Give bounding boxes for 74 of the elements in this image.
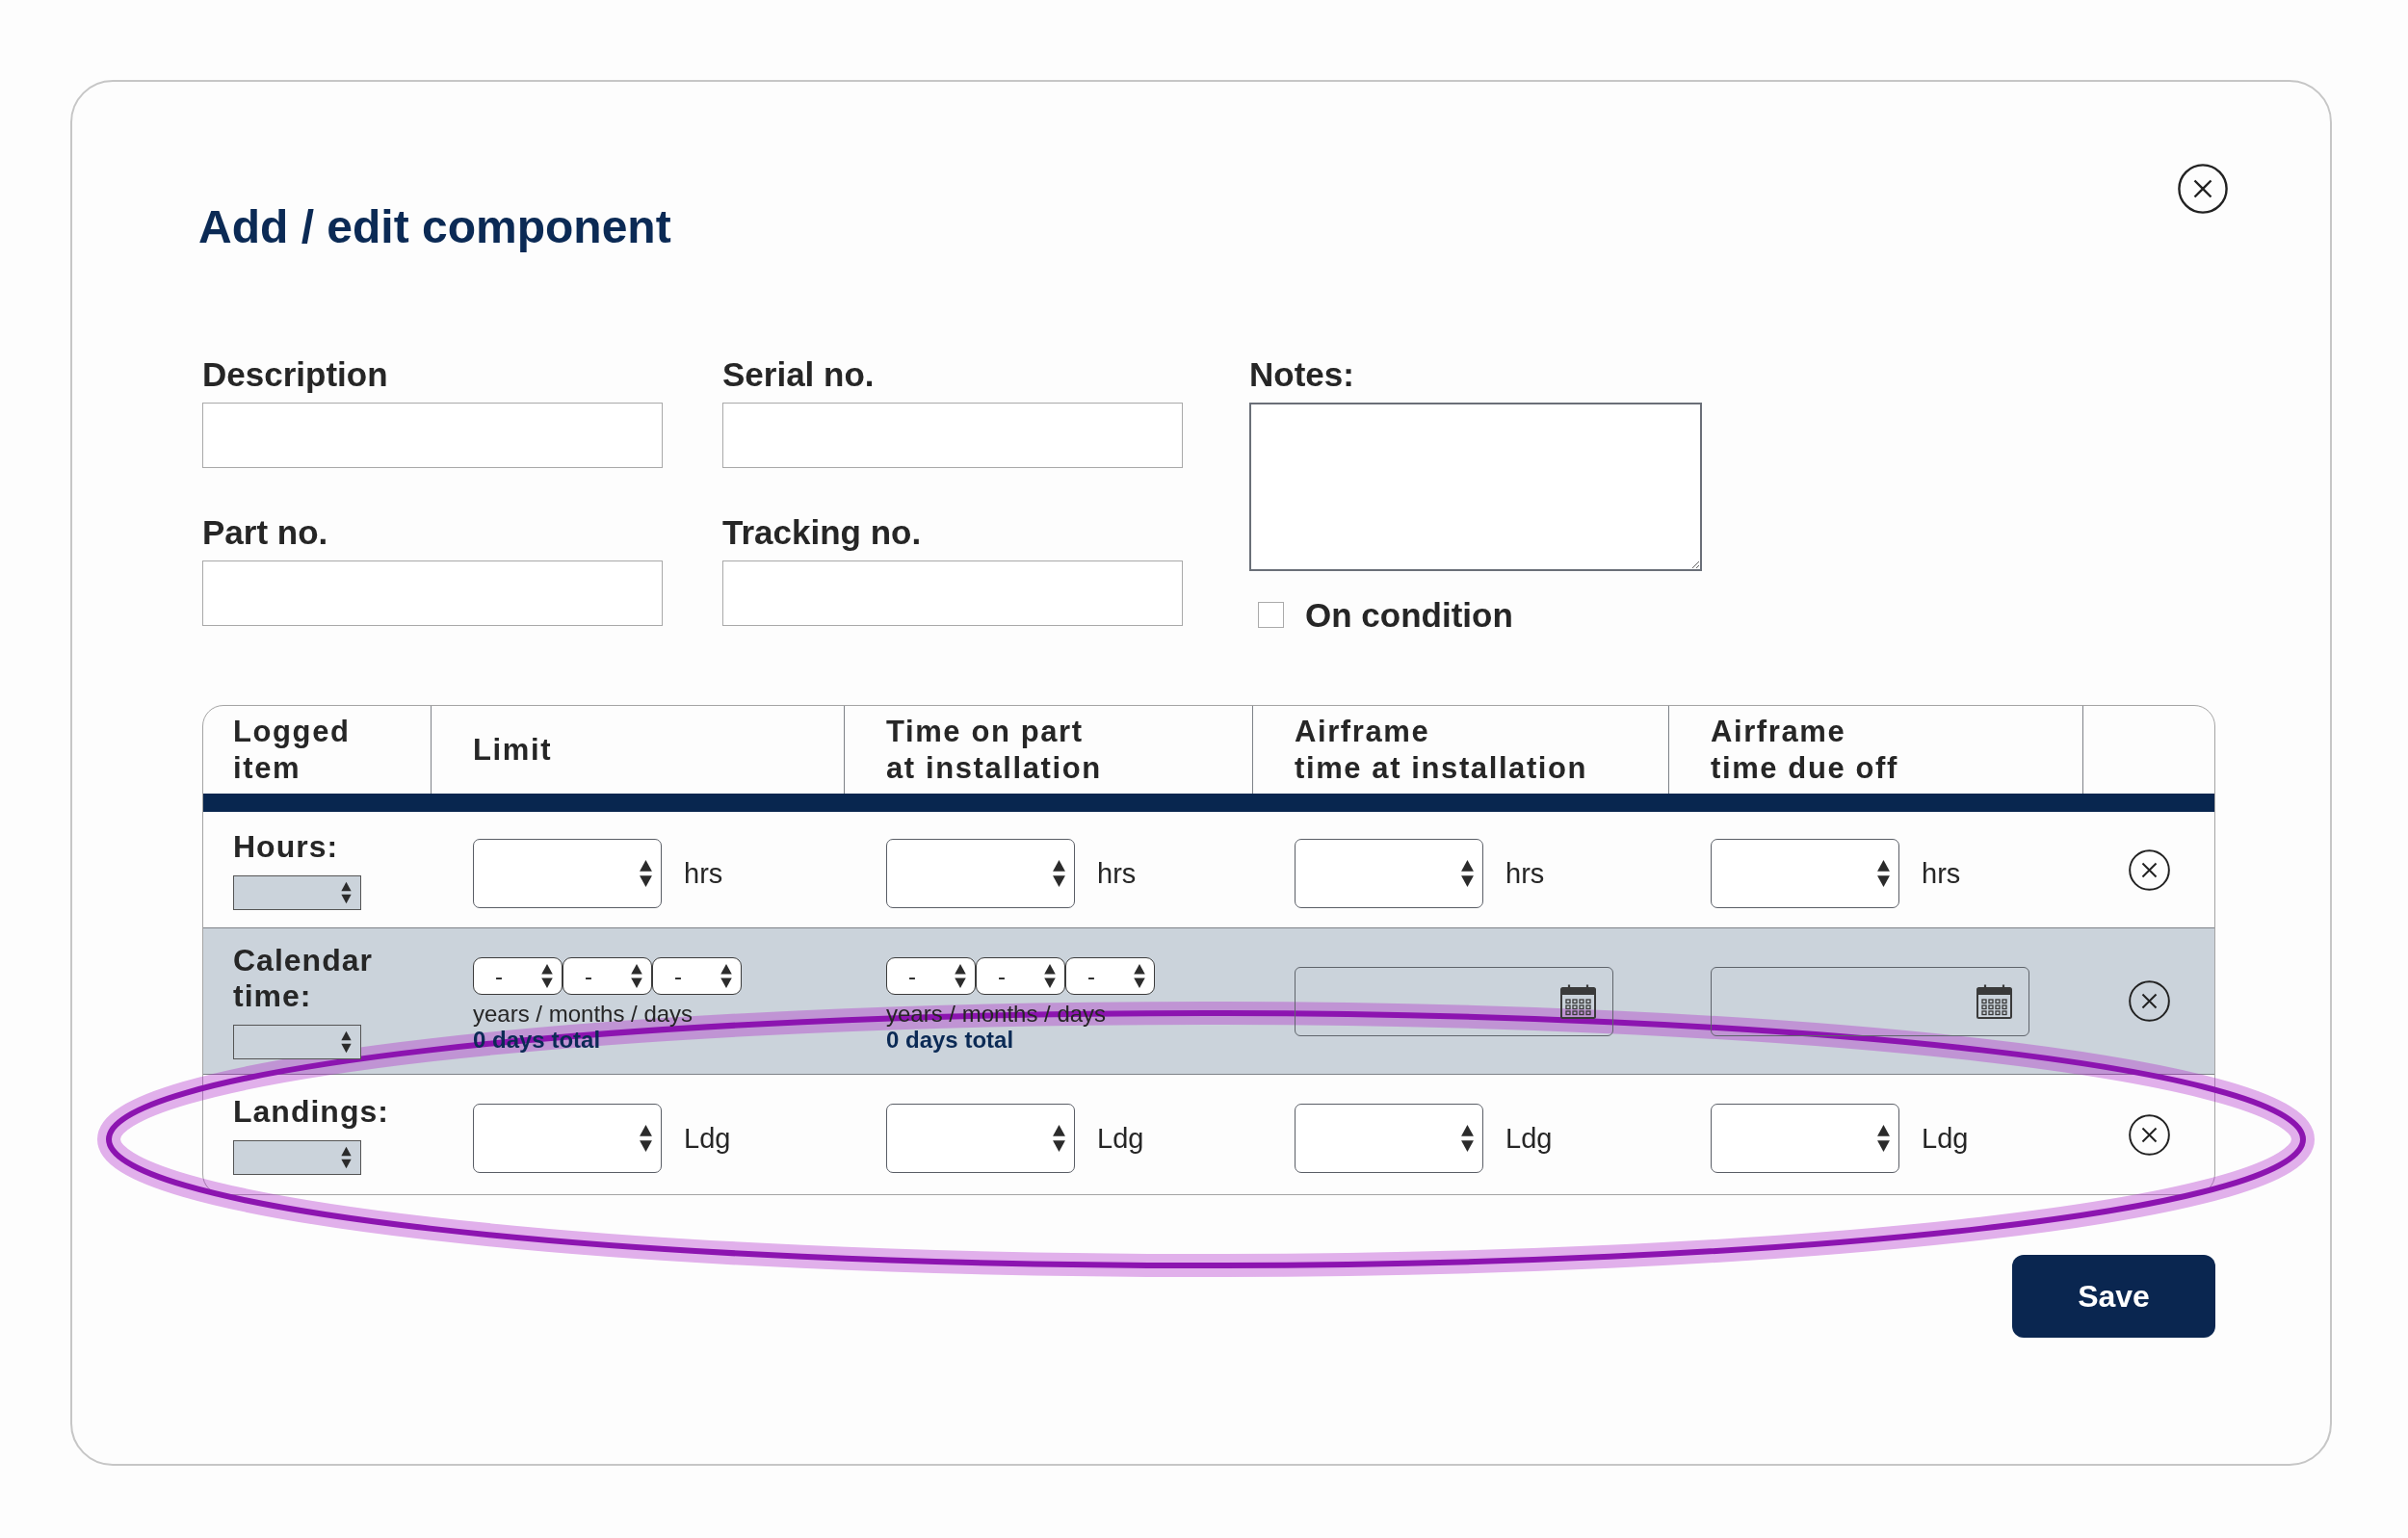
- spinner-icon: [341, 1030, 352, 1054]
- select-field[interactable]: -: [563, 957, 652, 995]
- number-field[interactable]: [886, 1104, 1075, 1173]
- close-icon[interactable]: [2178, 164, 2228, 214]
- spinner-icon[interactable]: [1053, 859, 1065, 888]
- spinner-icon: [1044, 963, 1056, 989]
- column-header: Airframe time due off: [1711, 713, 1898, 787]
- unit-label: hrs: [1097, 857, 1137, 890]
- number-field[interactable]: [1295, 1104, 1483, 1173]
- spinner-icon: [1134, 963, 1145, 989]
- checkbox[interactable]: [1258, 602, 1284, 628]
- text-field[interactable]: [202, 403, 663, 468]
- spinner-icon[interactable]: [1877, 859, 1890, 888]
- field-label: Description: [202, 354, 389, 395]
- spinner-icon[interactable]: [1461, 1124, 1474, 1153]
- spinner-icon[interactable]: [1053, 1124, 1065, 1153]
- save-button[interactable]: Save: [2012, 1255, 2215, 1338]
- row-label: Hours:: [233, 829, 339, 865]
- unit-label: hrs: [1922, 857, 1961, 890]
- select-field[interactable]: [233, 1025, 361, 1059]
- spinner-icon[interactable]: [640, 859, 652, 888]
- checkbox-label: On condition: [1305, 598, 1513, 632]
- number-field[interactable]: [1711, 839, 1899, 908]
- row-label: Calendar time:: [233, 943, 374, 1014]
- calendar-icon[interactable]: [1976, 983, 2012, 1019]
- x-circle-icon[interactable]: [2128, 1113, 2170, 1156]
- total-days-text: 0 days total: [886, 1027, 1014, 1053]
- text-field[interactable]: [722, 560, 1183, 626]
- column-header: Time on part at installation: [886, 713, 1102, 787]
- x-circle-icon[interactable]: [2128, 980, 2170, 1022]
- select-field[interactable]: -: [652, 957, 742, 995]
- number-field[interactable]: [473, 839, 662, 908]
- unit-label: Ldg: [1922, 1122, 1969, 1155]
- notes-field[interactable]: [1249, 403, 1702, 571]
- dialog-title: Add / edit component: [198, 200, 671, 254]
- text-field[interactable]: [202, 560, 663, 626]
- date-field[interactable]: [1711, 966, 2029, 1036]
- row-label: Landings:: [233, 1094, 389, 1130]
- column-header: Limit: [473, 731, 553, 769]
- field-label: Serial no.: [722, 354, 876, 395]
- text-field[interactable]: [722, 403, 1183, 468]
- duration-caption: years / months / days: [473, 1001, 694, 1027]
- spinner-icon: [541, 963, 553, 989]
- spinner-icon[interactable]: [1461, 859, 1474, 888]
- unit-label: Ldg: [1505, 1122, 1553, 1155]
- column-header: Airframe time at installation: [1295, 713, 1588, 787]
- field-label: Notes:: [1249, 354, 1355, 395]
- unit-label: Ldg: [684, 1122, 731, 1155]
- unit-label: hrs: [1505, 857, 1545, 890]
- date-field[interactable]: [1295, 966, 1613, 1036]
- number-field[interactable]: [473, 1104, 662, 1173]
- select-field[interactable]: -: [976, 957, 1065, 995]
- spinner-icon: [955, 963, 966, 989]
- number-field[interactable]: [1711, 1104, 1899, 1173]
- unit-label: Ldg: [1097, 1122, 1144, 1155]
- number-field[interactable]: [886, 839, 1075, 908]
- spinner-icon: [341, 881, 352, 904]
- spinner-icon: [631, 963, 642, 989]
- spinner-icon: [341, 1146, 352, 1169]
- select-field[interactable]: -: [886, 957, 976, 995]
- select-field[interactable]: -: [473, 957, 563, 995]
- spinner-icon[interactable]: [1877, 1124, 1890, 1153]
- unit-label: hrs: [684, 857, 723, 890]
- field-label: Tracking no.: [722, 512, 923, 553]
- spinner-icon[interactable]: [640, 1124, 652, 1153]
- select-field[interactable]: -: [1065, 957, 1155, 995]
- spinner-icon: [720, 963, 732, 989]
- x-circle-icon[interactable]: [2128, 848, 2170, 891]
- number-field[interactable]: [1295, 839, 1483, 908]
- select-field[interactable]: [233, 875, 361, 910]
- column-header: Logged item: [233, 713, 351, 787]
- calendar-icon[interactable]: [1560, 983, 1596, 1019]
- select-field[interactable]: [233, 1140, 361, 1175]
- field-label: Part no.: [202, 512, 329, 553]
